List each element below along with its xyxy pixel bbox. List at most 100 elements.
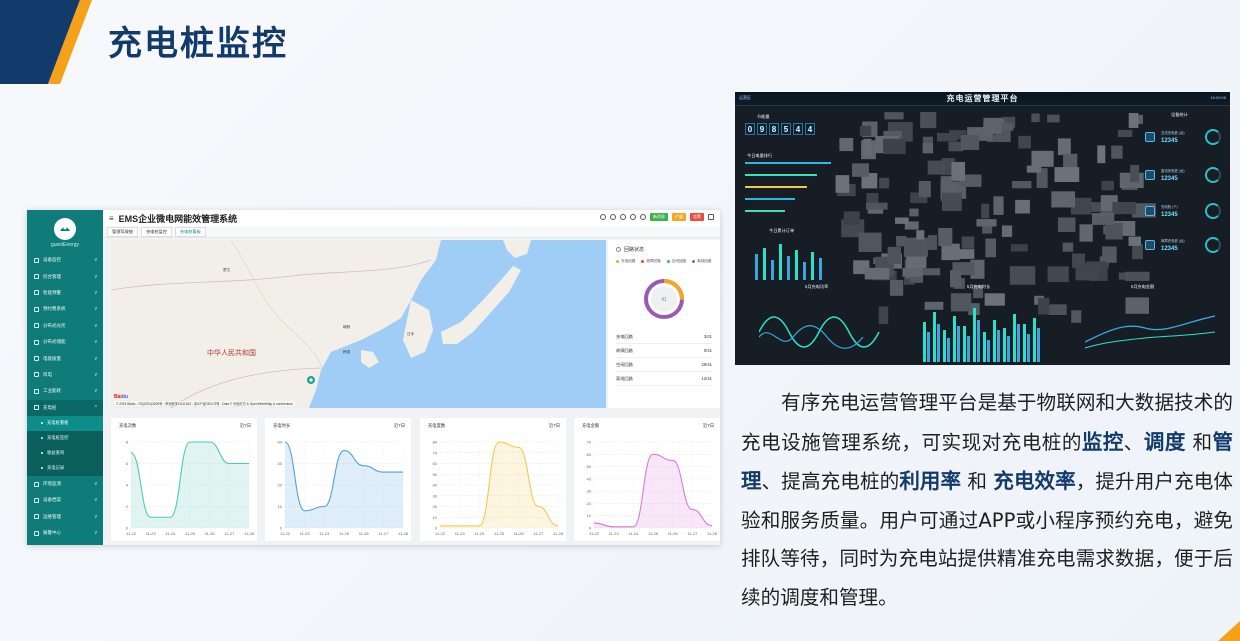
building-block: [916, 230, 925, 240]
sidebar-item[interactable]: 设备档案 v: [27, 492, 103, 508]
keyword-efficiency: 充电效率: [993, 469, 1076, 494]
sidebar-item[interactable]: 预付费系统 v: [27, 301, 103, 317]
building-block: [864, 267, 890, 280]
x-tick-label: 11-25: [494, 531, 505, 536]
map-graphic: [111, 240, 606, 408]
chevron-icon: v: [94, 355, 98, 362]
platform-header: 运营区 充电运营管理平台 16:00:05: [735, 92, 1230, 106]
status-row-value: 26/41: [701, 362, 712, 367]
nav-icon: [34, 497, 39, 503]
y-tick-label: 80: [433, 440, 438, 445]
building-block: [976, 219, 997, 227]
sidebar-item[interactable]: 分布式光伏 v: [27, 318, 103, 334]
amount-line-chart: [1085, 315, 1215, 349]
sidebar-item[interactable]: 运维管理 v: [27, 509, 103, 525]
sidebar-item-label: 设备监控: [43, 257, 61, 263]
sidebar-item[interactable]: 分布式储能 v: [27, 334, 103, 350]
building-block: [879, 177, 890, 189]
sidebar-subitem[interactable]: 收益查询: [27, 445, 103, 461]
building-block: [941, 192, 962, 211]
x-tick-label: 11-23: [609, 531, 620, 536]
legend-item: 充电回路: [616, 259, 635, 264]
building-block: [1102, 246, 1117, 263]
chart-energy: 0 10 20 30 40 50 60 70 80 11-22 11-23 11-24 11-25 11-…: [433, 440, 564, 537]
building-block: [927, 160, 946, 175]
status-row-value: 0/41: [703, 348, 712, 353]
building-block: [843, 211, 860, 226]
y-tick-label: 30: [278, 461, 283, 466]
sidebar-item[interactable]: 充电桩 ^: [27, 399, 103, 416]
nav-icon: [34, 290, 39, 296]
tab-cockpit[interactable]: 管理驾驶舱: [107, 226, 138, 237]
sidebar-item[interactable]: 电能质量 v: [27, 350, 103, 366]
user-icon[interactable]: [708, 214, 714, 220]
sidebar-item-label: 分布式光伏: [43, 322, 66, 328]
fullscreen-icon[interactable]: [640, 214, 646, 220]
y-tick-label: 60: [587, 452, 592, 457]
map-place-label: 蒙古: [223, 268, 231, 272]
y-tick-label: 10: [278, 504, 283, 509]
menu-icon[interactable]: ≡: [109, 214, 114, 223]
nav-icon: [34, 356, 39, 362]
chevron-icon: v: [94, 339, 98, 346]
sidebar-item[interactable]: 环境监测 v: [27, 476, 103, 492]
tab-monitor[interactable]: 充电桩监控: [140, 226, 172, 237]
map-view[interactable]: 蒙古 朝鲜 韩国 日本 中华人民共和国 Baidu © 2024 Baidu -…: [111, 240, 606, 408]
sidebar-subitem[interactable]: 充电桩监控: [27, 430, 103, 446]
output-button[interactable]: 产量: [672, 213, 686, 221]
chevron-icon: v: [94, 388, 98, 395]
desc-part: 、: [1123, 430, 1144, 454]
counter-label: 节能量: [757, 114, 770, 119]
nav-icon: [34, 388, 39, 394]
building-block: [983, 117, 1002, 134]
nav-icon: [34, 323, 39, 329]
message-button[interactable]: 新消息: [650, 213, 668, 221]
building-block: [1062, 242, 1074, 252]
sidebar-subitem[interactable]: 充电记录: [27, 460, 103, 476]
platform-title: 充电运营管理平台: [946, 94, 1019, 103]
sidebar-item[interactable]: 风电 v: [27, 367, 103, 383]
sound-icon[interactable]: [620, 214, 626, 220]
building-block: [1010, 244, 1028, 252]
nav-icon: [34, 530, 39, 536]
nav-icon: [34, 306, 39, 312]
sidebar-item[interactable]: 报警中心 v: [27, 525, 103, 541]
sidebar-item-label: 风电: [43, 371, 52, 377]
slide-title: 充电桩监控: [108, 24, 288, 64]
sidebar-subitem-label: 充电桩监控: [47, 435, 69, 441]
nav-icon: [34, 372, 39, 378]
building-block: [1112, 201, 1136, 215]
sidebar-item-label: 预付费系统: [43, 306, 66, 312]
counter-digit: 0: [745, 123, 755, 135]
chevron-icon: v: [94, 513, 98, 520]
logo-icon: [54, 218, 76, 240]
search-icon[interactable]: [600, 214, 606, 220]
x-tick-label: 11-26: [205, 531, 216, 536]
alarm-button[interactable]: 告警: [690, 213, 704, 221]
order-bars: [755, 244, 822, 280]
map-place-label: 朝鲜: [343, 325, 351, 329]
sidebar-item[interactable]: 工业能耗 v: [27, 383, 103, 399]
x-tick-label: 11-28: [707, 531, 718, 536]
status-row-label: 离线回路: [616, 375, 633, 381]
building-block: [1057, 138, 1071, 156]
refresh-icon[interactable]: [630, 214, 636, 220]
building-block: [839, 137, 854, 152]
building-block: [1079, 224, 1093, 242]
area-fill: [131, 442, 249, 528]
sidebar-item[interactable]: 综合管理 v: [27, 268, 103, 284]
keyword-monitor: 监控: [1081, 429, 1124, 454]
legend-item: 故障回路: [641, 259, 661, 264]
y-tick-label: 2: [126, 504, 129, 509]
building-block: [1047, 266, 1069, 283]
x-tick-label: 11-22: [126, 531, 137, 536]
sidebar-item[interactable]: 设备监控 v: [27, 252, 103, 268]
sidebar-subitem[interactable]: 充电桩看板: [27, 415, 103, 431]
tab-dashboard[interactable]: 充电桩看板: [174, 226, 206, 237]
globe-icon[interactable]: [610, 214, 616, 220]
sidebar-item[interactable]: 智能预警 v: [27, 285, 103, 301]
building-block: [884, 112, 904, 120]
operation-platform-screenshot: 运营区 充电运营管理平台 16:00:05 节能量 098544 今日电量排行 …: [735, 92, 1230, 365]
stat-label: 故障充电桩 (台): [1161, 239, 1185, 243]
building-block: [1031, 150, 1054, 167]
